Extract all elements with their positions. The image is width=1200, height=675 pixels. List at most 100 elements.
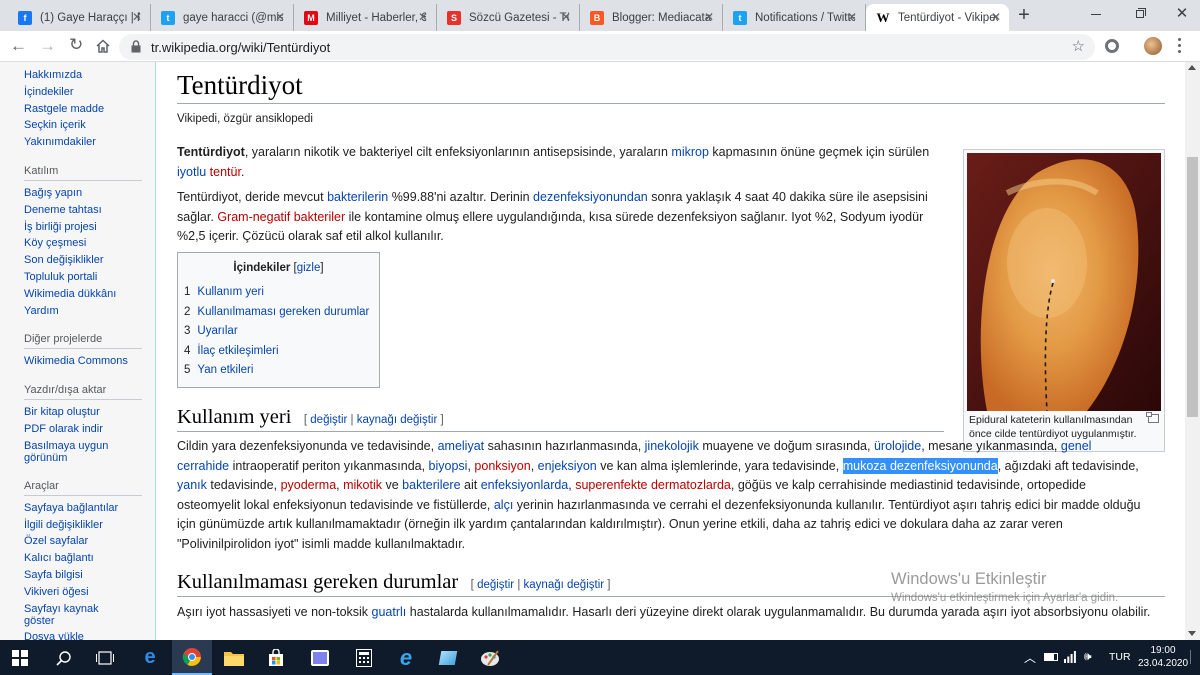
close-tab-icon[interactable]: ✕: [704, 10, 714, 24]
browser-tab[interactable]: M Milliyet - Haberler, S ✕: [294, 4, 437, 31]
edge-icon[interactable]: e: [130, 640, 170, 675]
toc-item[interactable]: 1 Kullanım yeri: [184, 283, 369, 303]
link-dezenfeksiyonundan[interactable]: dezenfeksiyonundan: [533, 190, 648, 204]
task-view-icon[interactable]: [85, 640, 125, 675]
toc-item[interactable]: 4 İlaç etkileşimleri: [184, 342, 369, 362]
restore-button[interactable]: [1130, 4, 1150, 24]
extension-icon[interactable]: [1105, 39, 1119, 53]
notification-center-icon[interactable]: [1190, 650, 1198, 664]
volume-icon[interactable]: 🕪: [1084, 649, 1092, 664]
sidebar-link[interactable]: Rastgele madde: [24, 103, 104, 115]
notepad-icon[interactable]: [428, 640, 468, 675]
sidebar-link[interactable]: İçindekiler: [24, 86, 74, 98]
sidebar-link[interactable]: Vikiveri öğesi: [24, 586, 89, 598]
profile-avatar[interactable]: [1144, 37, 1162, 55]
scroll-down-arrow[interactable]: [1188, 631, 1196, 636]
inline-link[interactable]: enfeksiyonlarda: [481, 478, 569, 492]
link-mikrop[interactable]: mikrop: [671, 145, 709, 159]
browser-tab[interactable]: S Sözcü Gazetesi - Tüm✕: [437, 4, 580, 31]
inline-link-missing[interactable]: superenfekte dermatozlarda: [575, 478, 731, 492]
sidebar-link[interactable]: Yardım: [24, 305, 59, 317]
sidebar-link[interactable]: Bir kitap oluştur: [24, 406, 100, 418]
sidebar-link[interactable]: Wikimedia dükkânı: [24, 288, 116, 300]
toc-item[interactable]: 3 Uyarılar: [184, 322, 369, 342]
show-hidden-icons-chevron[interactable]: ︿: [1024, 649, 1036, 666]
close-tab-icon[interactable]: ✕: [847, 10, 857, 24]
inline-link[interactable]: yanık: [177, 478, 207, 492]
reload-icon[interactable]: ↻: [69, 35, 83, 55]
chrome-icon[interactable]: [172, 640, 212, 675]
close-window-button[interactable]: ✕: [1172, 4, 1192, 24]
toc-link[interactable]: İlaç etkileşimleri: [197, 345, 278, 357]
sidebar-link[interactable]: Hakkımızda: [24, 69, 82, 81]
edit-link[interactable]: değiştir: [477, 579, 514, 591]
sidebar-link[interactable]: Sayfa bilgisi: [24, 569, 83, 581]
toc-link[interactable]: Kullanılmaması gereken durumlar: [197, 306, 369, 318]
inline-link-missing[interactable]: ponksiyon: [474, 459, 530, 473]
store-icon[interactable]: [256, 640, 296, 675]
toc-item[interactable]: 2 Kullanılmaması gereken durumlar: [184, 303, 369, 323]
sidebar-link[interactable]: Özel sayfalar: [24, 535, 88, 547]
sidebar-link[interactable]: Yakınımdakiler: [24, 136, 96, 148]
browser-tab[interactable]: t gaye haracci (@missga✕: [151, 4, 294, 31]
toc-toggle[interactable]: gizle: [297, 262, 321, 274]
close-tab-icon[interactable]: ✕: [275, 10, 285, 24]
scroll-thumb[interactable]: [1187, 157, 1198, 417]
toc-item[interactable]: 5 Yan etkileri: [184, 361, 369, 381]
sidebar-link[interactable]: Bağış yapın: [24, 187, 82, 199]
edit-source-link[interactable]: kaynağı değiştir: [357, 414, 438, 426]
enlarge-icon[interactable]: [1146, 412, 1159, 423]
menu-kebab-icon[interactable]: [1176, 37, 1182, 55]
calculator-icon[interactable]: [344, 640, 384, 675]
sidebar-link[interactable]: Son değişiklikler: [24, 254, 103, 266]
inline-link[interactable]: guatrlı: [372, 605, 407, 619]
close-tab-icon[interactable]: ✕: [991, 10, 1001, 24]
app-icon[interactable]: [300, 640, 340, 675]
close-tab-icon[interactable]: ✕: [418, 10, 428, 24]
inline-link[interactable]: enjeksiyon: [538, 459, 597, 473]
link-bakterilerin[interactable]: bakterilerin: [327, 190, 388, 204]
inline-link[interactable]: ameliyat: [438, 439, 485, 453]
sidebar-link[interactable]: Sayfaya bağlantılar: [24, 502, 118, 514]
browser-tab[interactable]: t Notifications / Twitter ✕: [723, 4, 866, 31]
inline-link[interactable]: ürolojide: [874, 439, 921, 453]
minimize-button[interactable]: [1086, 4, 1106, 24]
scroll-up-arrow[interactable]: [1188, 65, 1196, 70]
sidebar-link[interactable]: Seçkin içerik: [24, 119, 86, 131]
search-icon[interactable]: [44, 640, 84, 675]
paint-icon[interactable]: [470, 640, 510, 675]
sidebar-link[interactable]: Topluluk portali: [24, 271, 97, 283]
internet-explorer-icon[interactable]: e: [386, 640, 426, 675]
toc-link[interactable]: Uyarılar: [197, 325, 237, 337]
inline-link[interactable]: bakterilere: [402, 478, 460, 492]
browser-tab[interactable]: B Blogger: Mediacatalog✕: [580, 4, 723, 31]
language-indicator[interactable]: TUR: [1109, 651, 1131, 663]
back-arrow-icon[interactable]: ←: [10, 36, 27, 56]
sidebar-link[interactable]: PDF olarak indir: [24, 423, 103, 435]
sidebar-link[interactable]: Köy çeşmesi: [24, 237, 86, 249]
battery-icon[interactable]: [1044, 653, 1058, 661]
browser-tab[interactable]: f (1) Gaye Haraççı | Fa ✕: [8, 4, 151, 31]
epidural-photo[interactable]: [967, 153, 1161, 411]
edit-link[interactable]: değiştir: [310, 414, 347, 426]
sidebar-link[interactable]: Wikimedia Commons: [24, 355, 128, 367]
inline-link-missing[interactable]: pyoderma: [281, 478, 337, 492]
edit-source-link[interactable]: kaynağı değiştir: [524, 579, 605, 591]
browser-tab[interactable]: W Tentürdiyot - Vikiped ✕: [866, 4, 1009, 31]
inline-link[interactable]: alçı: [494, 498, 513, 512]
sidebar-link[interactable]: İş birliği projesi: [24, 221, 97, 233]
sidebar-link[interactable]: Sayfayı kaynak göster: [24, 603, 110, 627]
toc-link[interactable]: Kullanım yeri: [197, 286, 263, 298]
close-tab-icon[interactable]: ✕: [561, 10, 571, 24]
new-tab-button[interactable]: +: [1014, 5, 1034, 25]
sidebar-link[interactable]: Basılmaya uygun görünüm: [24, 440, 110, 464]
sidebar-link[interactable]: İlgili değişiklikler: [24, 519, 103, 531]
selected-link[interactable]: mukoza dezenfeksiyonunda: [842, 457, 998, 474]
bookmark-star-icon[interactable]: ☆: [1072, 37, 1085, 55]
link-tentur[interactable]: tentür: [210, 165, 241, 179]
link-iyotlu[interactable]: iyotlu: [177, 165, 206, 179]
start-button[interactable]: [0, 640, 40, 675]
network-icon[interactable]: [1064, 650, 1076, 663]
link-gram-negatif[interactable]: Gram-negatif bakteriler: [217, 210, 345, 224]
clock[interactable]: 19:00 23.04.2020: [1138, 644, 1188, 670]
